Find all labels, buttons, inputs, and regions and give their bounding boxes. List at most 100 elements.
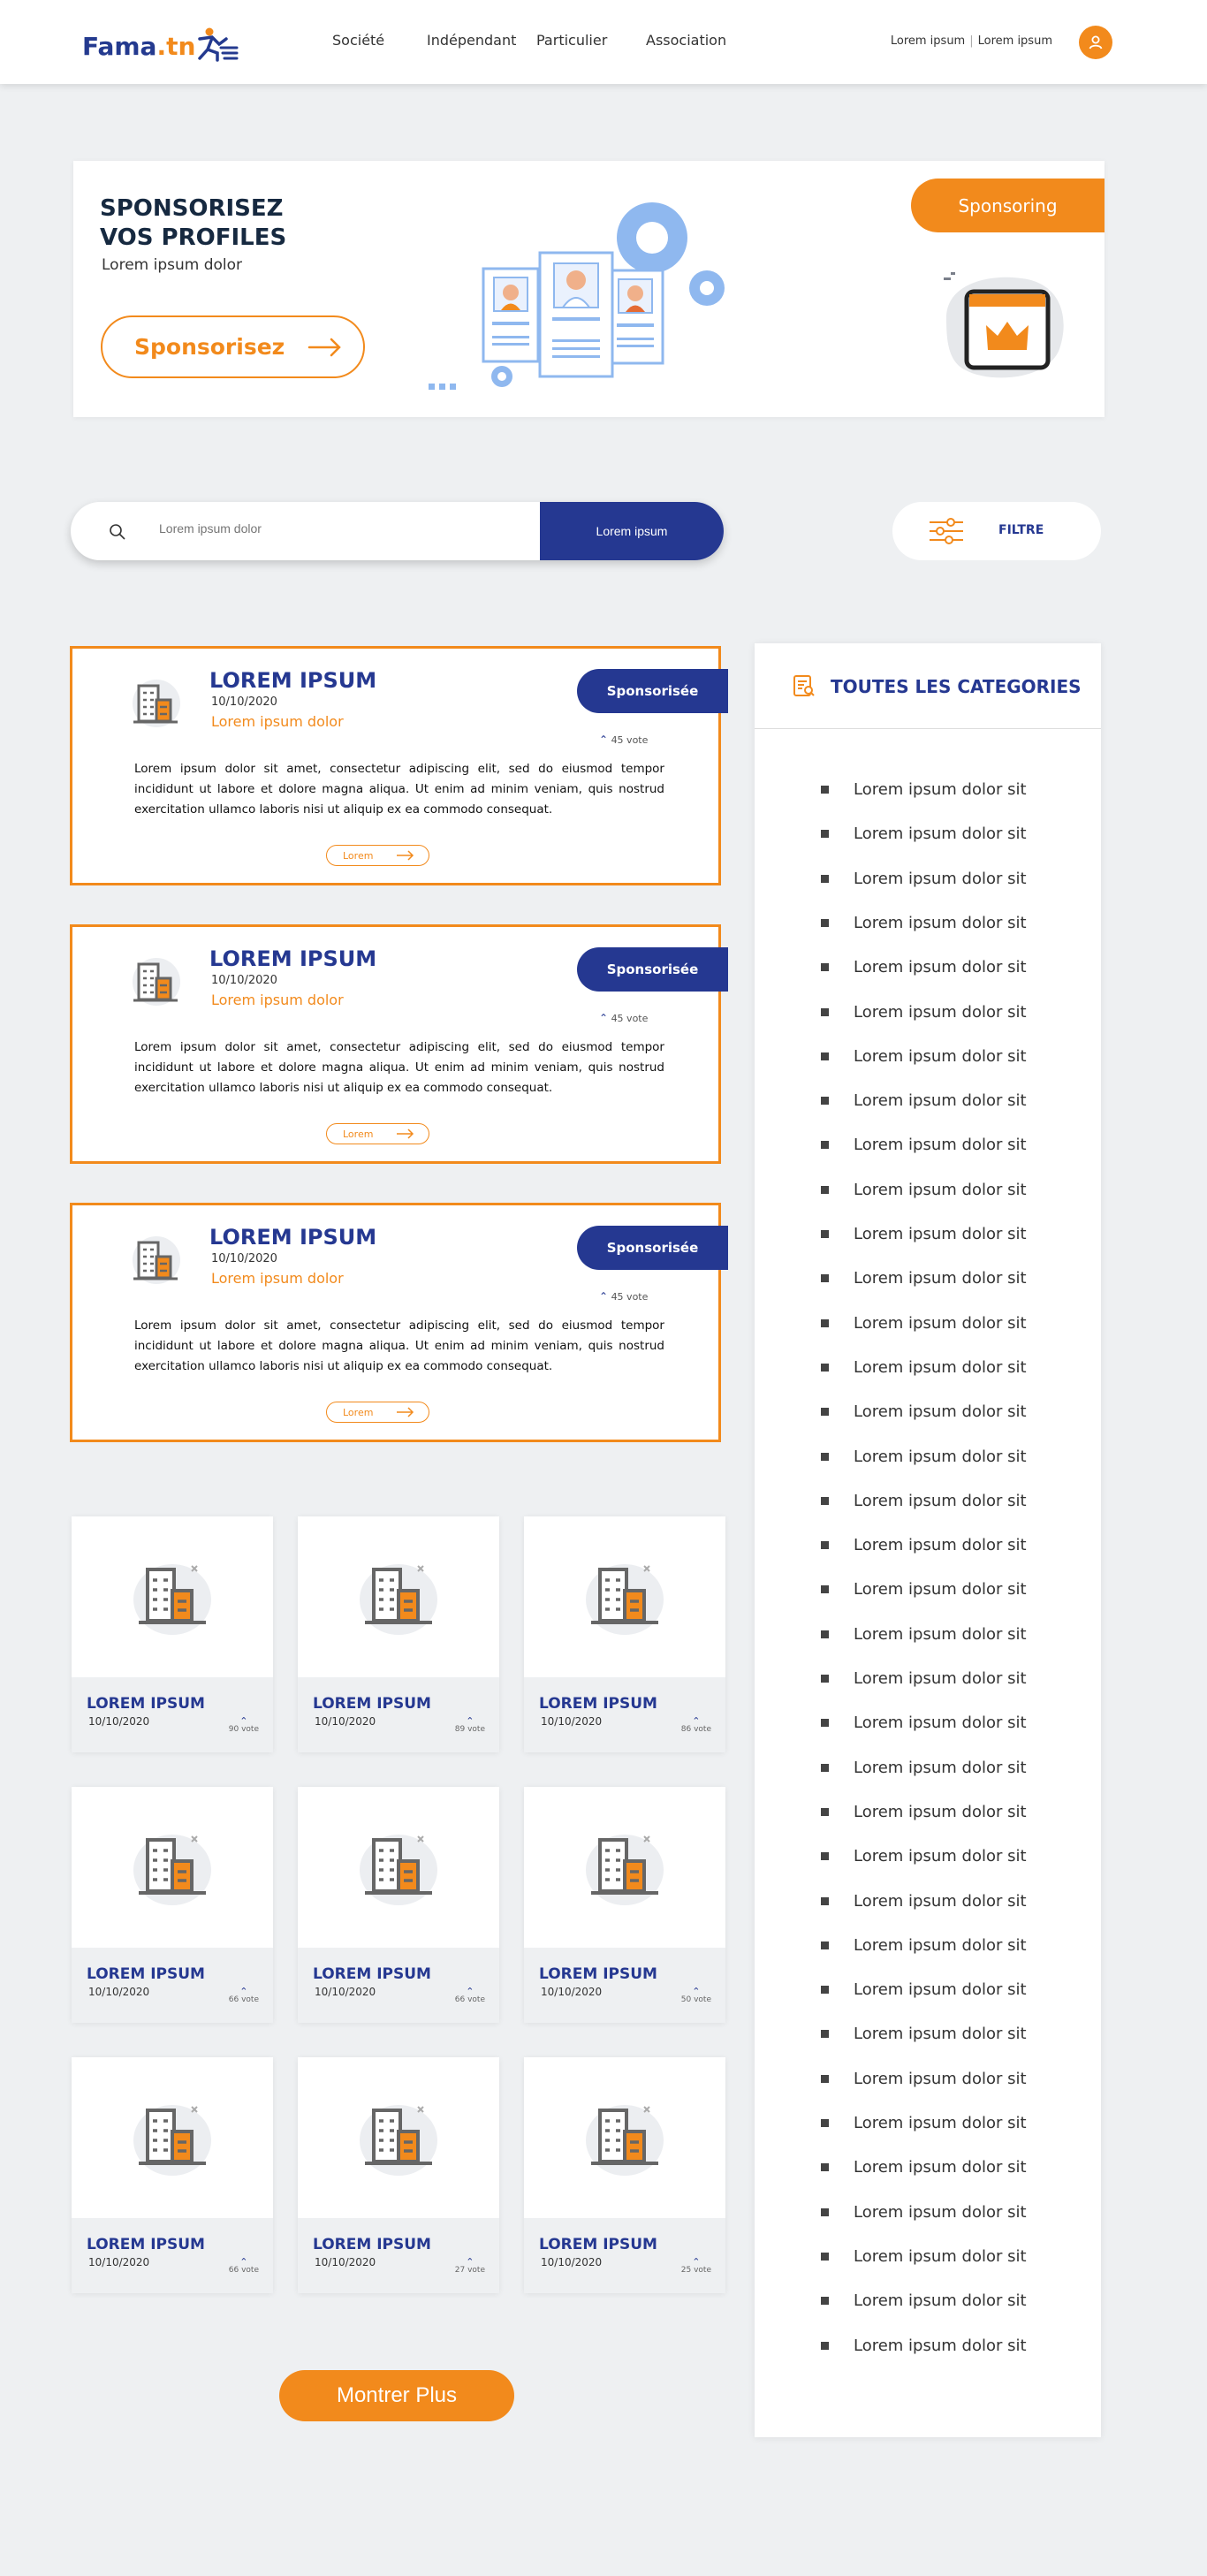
category-item[interactable]: Lorem ipsum dolor sit xyxy=(821,2291,1027,2310)
category-item-label: Lorem ipsum dolor sit xyxy=(854,1402,1027,1422)
category-item[interactable]: Lorem ipsum dolor sit xyxy=(821,1892,1027,1911)
sponsored-badge: Sponsorisée xyxy=(577,947,728,992)
category-item-label: Lorem ipsum dolor sit xyxy=(854,1136,1027,1155)
category-item[interactable]: Lorem ipsum dolor sit xyxy=(821,1269,1027,1288)
category-item[interactable]: Lorem ipsum dolor sit xyxy=(821,1003,1027,1022)
category-item[interactable]: Lorem ipsum dolor sit xyxy=(821,2337,1027,2355)
search-button[interactable]: Lorem ipsum xyxy=(540,502,724,560)
category-item[interactable]: Lorem ipsum dolor sit xyxy=(821,1980,1027,1999)
user-account-button[interactable] xyxy=(1079,26,1112,59)
category-item[interactable]: Lorem ipsum dolor sit xyxy=(821,2158,1027,2177)
nav-independant[interactable]: Indépendant xyxy=(427,32,516,49)
card-date: 10/10/2020 xyxy=(541,1715,603,1728)
banner-subtitle: Lorem ipsum dolor xyxy=(102,256,243,274)
vote-count: ⌃ 86 vote xyxy=(680,1715,711,1734)
bullet-icon xyxy=(821,1496,829,1505)
category-item-label: Lorem ipsum dolor sit xyxy=(854,1891,1027,1911)
sponsorisez-button[interactable]: Sponsorisez xyxy=(101,315,365,378)
category-item[interactable]: Lorem ipsum dolor sit xyxy=(821,1847,1027,1866)
header-link-2[interactable]: Lorem ipsum xyxy=(978,34,1052,48)
header-link-1[interactable]: Lorem ipsum xyxy=(891,34,965,48)
profile-card[interactable]: LOREM IPSUM 10/10/2020 ⌃ 25 vote xyxy=(524,2057,725,2293)
banner-title: SPONSORISEZ VOS PROFILES xyxy=(100,194,365,253)
card-more-button[interactable]: Lorem xyxy=(326,1123,429,1144)
building-icon xyxy=(133,1236,180,1284)
category-item[interactable]: Lorem ipsum dolor sit xyxy=(821,2025,1027,2043)
filter-sliders-icon xyxy=(930,518,963,544)
card-title: LOREM IPSUM xyxy=(209,946,377,971)
card-more-button[interactable]: Lorem xyxy=(326,845,429,866)
card-date: 10/10/2020 xyxy=(88,1715,150,1728)
category-item[interactable]: Lorem ipsum dolor sit xyxy=(821,1803,1027,1821)
category-item[interactable]: Lorem ipsum dolor sit xyxy=(821,2114,1027,2132)
card-footer: LOREM IPSUM 10/10/2020 ⌃ 66 vote xyxy=(72,1948,273,2023)
bullet-icon xyxy=(821,1719,829,1728)
category-item[interactable]: Lorem ipsum dolor sit xyxy=(821,1759,1027,1777)
category-item[interactable]: Lorem ipsum dolor sit xyxy=(821,1225,1027,1243)
sponsored-card[interactable]: LOREM IPSUM 10/10/2020 Lorem ipsum dolor… xyxy=(70,646,728,885)
category-item[interactable]: Lorem ipsum dolor sit xyxy=(821,2247,1027,2266)
category-item[interactable]: Lorem ipsum dolor sit xyxy=(821,824,1027,843)
bullet-icon xyxy=(821,918,829,927)
profile-card[interactable]: LOREM IPSUM 10/10/2020 ⌃ 27 vote xyxy=(298,2057,499,2293)
nav-particulier[interactable]: Particulier xyxy=(536,32,607,49)
category-item[interactable]: Lorem ipsum dolor sit xyxy=(821,1936,1027,1955)
category-item[interactable]: Lorem ipsum dolor sit xyxy=(821,1492,1027,1510)
card-image xyxy=(524,2057,725,2218)
category-item[interactable]: Lorem ipsum dolor sit xyxy=(821,1714,1027,1732)
category-item[interactable]: Lorem ipsum dolor sit xyxy=(821,1047,1027,1066)
category-item[interactable]: Lorem ipsum dolor sit xyxy=(821,1181,1027,1199)
category-item[interactable]: Lorem ipsum dolor sit xyxy=(821,914,1027,932)
category-item[interactable]: Lorem ipsum dolor sit xyxy=(821,1536,1027,1554)
card-more-label: Lorem xyxy=(343,1406,374,1418)
logo[interactable]: Fama.tn xyxy=(82,19,241,64)
category-item-label: Lorem ipsum dolor sit xyxy=(854,1491,1027,1510)
bullet-icon xyxy=(821,1675,829,1683)
category-item[interactable]: Lorem ipsum dolor sit xyxy=(821,1402,1027,1421)
profile-card[interactable]: LOREM IPSUM 10/10/2020 ⌃ 86 vote xyxy=(524,1516,725,1752)
vote-count-label: 86 vote xyxy=(680,1725,711,1734)
profile-card[interactable]: LOREM IPSUM 10/10/2020 ⌃ 90 vote xyxy=(72,1516,273,1752)
bullet-icon xyxy=(821,1318,829,1327)
sponsored-card[interactable]: LOREM IPSUM 10/10/2020 Lorem ipsum dolor… xyxy=(70,1203,728,1442)
category-item[interactable]: Lorem ipsum dolor sit xyxy=(821,2203,1027,2222)
nav-association[interactable]: Association xyxy=(646,32,726,49)
category-item[interactable]: Lorem ipsum dolor sit xyxy=(821,870,1027,888)
profile-card[interactable]: LOREM IPSUM 10/10/2020 ⌃ 50 vote xyxy=(524,1787,725,2023)
search-input[interactable] xyxy=(159,521,530,536)
category-item[interactable]: Lorem ipsum dolor sit xyxy=(821,1091,1027,1110)
profile-card[interactable]: LOREM IPSUM 10/10/2020 ⌃ 89 vote xyxy=(298,1516,499,1752)
building-icon xyxy=(360,1835,437,1905)
category-item[interactable]: Lorem ipsum dolor sit xyxy=(821,2070,1027,2088)
category-item[interactable]: Lorem ipsum dolor sit xyxy=(821,1314,1027,1333)
category-item[interactable]: Lorem ipsum dolor sit xyxy=(821,1448,1027,1466)
bullet-icon xyxy=(821,1097,829,1106)
category-item-label: Lorem ipsum dolor sit xyxy=(854,1714,1027,1733)
building-icon xyxy=(133,680,180,727)
show-more-button[interactable]: Montrer Plus xyxy=(279,2370,514,2421)
category-item[interactable]: Lorem ipsum dolor sit xyxy=(821,780,1027,799)
profile-card[interactable]: LOREM IPSUM 10/10/2020 ⌃ 66 vote xyxy=(72,1787,273,2023)
bullet-icon xyxy=(821,1230,829,1238)
category-item[interactable]: Lorem ipsum dolor sit xyxy=(821,1580,1027,1599)
sponsored-card[interactable]: LOREM IPSUM 10/10/2020 Lorem ipsum dolor… xyxy=(70,924,728,1164)
filter-button[interactable]: FILTRE xyxy=(892,502,1101,560)
card-more-label: Lorem xyxy=(343,849,374,862)
card-subtitle: Lorem ipsum dolor xyxy=(211,713,344,730)
category-item[interactable]: Lorem ipsum dolor sit xyxy=(821,1136,1027,1154)
category-item[interactable]: Lorem ipsum dolor sit xyxy=(821,1358,1027,1377)
category-item[interactable]: Lorem ipsum dolor sit xyxy=(821,1669,1027,1688)
category-item[interactable]: Lorem ipsum dolor sit xyxy=(821,1625,1027,1644)
profile-card[interactable]: LOREM IPSUM 10/10/2020 ⌃ 66 vote xyxy=(298,1787,499,2023)
profile-card[interactable]: LOREM IPSUM 10/10/2020 ⌃ 66 vote xyxy=(72,2057,273,2293)
category-item[interactable]: Lorem ipsum dolor sit xyxy=(821,958,1027,976)
category-list-icon xyxy=(793,675,815,696)
card-more-button[interactable]: Lorem xyxy=(326,1402,429,1423)
card-footer: LOREM IPSUM 10/10/2020 ⌃ 89 vote xyxy=(298,1677,499,1752)
card-date: 10/10/2020 xyxy=(541,1986,603,1998)
category-item-label: Lorem ipsum dolor sit xyxy=(854,824,1027,844)
upvote-icon: ⌃ xyxy=(239,2256,248,2268)
nav-societe[interactable]: Société xyxy=(332,32,384,49)
bullet-icon xyxy=(821,2297,829,2306)
upvote-icon: ⌃ xyxy=(692,1715,701,1727)
